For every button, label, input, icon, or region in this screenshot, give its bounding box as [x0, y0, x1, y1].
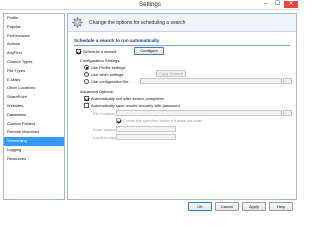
use-configuration-file-row: Use configuration file:	[84, 79, 129, 84]
configure-button[interactable]: Configure	[134, 47, 164, 55]
create-folder-checkbox[interactable]	[116, 118, 121, 123]
sidebar-item-actions[interactable]: Actions	[4, 40, 64, 49]
enter-password-field[interactable]	[116, 126, 176, 132]
sidebar-item-popular[interactable]: Popular	[4, 23, 64, 32]
schedule-search-row: Schedule a search:	[76, 49, 117, 54]
sidebar-item-sharepoint[interactable]: SharePoint	[4, 93, 64, 102]
configuration-settings-label: Configuration Settings:	[80, 58, 121, 63]
close-button[interactable]: ✕	[284, 1, 298, 8]
apply-button[interactable]: Apply	[242, 202, 266, 211]
section-divider	[74, 45, 290, 46]
auto-save-row: Automatically save results securely with…	[84, 103, 180, 108]
schedule-search-label: Schedule a search:	[83, 49, 118, 54]
auto-exit-checkbox[interactable]	[84, 96, 89, 101]
section-title: Schedule a search to run automatically	[74, 38, 160, 43]
auto-exit-row: Automatically exit after search complete…	[84, 96, 164, 101]
configuration-file-field[interactable]	[140, 78, 282, 84]
create-folder-label: Create the specified folder if it does n…	[123, 118, 202, 123]
schedule-search-checkbox[interactable]	[76, 49, 81, 54]
use-configuration-file-label: Use configuration file:	[91, 79, 130, 84]
panel-header: Change the options for scheduling a sear…	[68, 14, 296, 32]
file-location-label: File location:	[93, 111, 116, 116]
copy-current-button[interactable]: Copy Current	[156, 70, 186, 77]
gear-icon	[72, 17, 83, 28]
create-folder-row: Create the specified folder if it does n…	[116, 118, 202, 123]
panel-header-text: Change the options for scheduling a sear…	[89, 20, 186, 26]
use-profile-settings-label: Use Profile settings	[91, 65, 126, 70]
sidebar-item-performance[interactable]: Performance	[4, 32, 64, 41]
help-button[interactable]: Help	[269, 202, 293, 211]
title-bar: Settings – ☐ ✕	[0, 0, 300, 10]
sidebar-item-custom-folders[interactable]: Custom Folders	[4, 120, 64, 129]
use-profile-settings-row: Use Profile settings	[84, 65, 125, 70]
settings-panel: Change the options for scheduling a sear…	[67, 13, 297, 200]
sidebar-item-websites[interactable]: Websites	[4, 102, 64, 111]
sidebar-item-other-locations[interactable]: Other Locations	[4, 84, 64, 93]
confirm-password-field[interactable]	[116, 134, 176, 140]
settings-category-list[interactable]: Profile Popular Performance Actions AnyF…	[3, 13, 65, 200]
use-configuration-file-radio[interactable]	[84, 79, 89, 84]
sidebar-item-scheduling[interactable]: Scheduling	[4, 137, 64, 146]
sidebar-item-anyfind[interactable]: AnyFind	[4, 49, 64, 58]
sidebar-item-emails[interactable]: E-Mails	[4, 76, 64, 85]
use-other-settings-radio[interactable]	[84, 72, 89, 77]
use-other-settings-label: Use other settings:	[91, 72, 125, 77]
sidebar-item-databases[interactable]: Databases	[4, 111, 64, 120]
window-title: Settings	[139, 2, 161, 8]
sidebar-item-remote-machines[interactable]: Remote Machines	[4, 128, 64, 137]
sidebar-item-profile[interactable]: Profile	[4, 14, 64, 23]
use-profile-settings-radio[interactable]	[84, 65, 89, 70]
file-location-browse-button[interactable]: ...	[283, 110, 292, 116]
configuration-file-browse-button[interactable]: ...	[283, 78, 292, 84]
dialog-footer: OK Cancel Apply Help	[0, 201, 300, 212]
sidebar-item-resources[interactable]: Resources	[4, 155, 64, 164]
file-location-field[interactable]	[116, 110, 282, 116]
auto-exit-label: Automatically exit after search complete…	[91, 96, 164, 101]
maximize-button[interactable]: ☐	[272, 1, 283, 8]
auto-save-label: Automatically save results securely with…	[91, 103, 180, 108]
sidebar-item-custom-types[interactable]: Custom Types	[4, 58, 64, 67]
sidebar-item-logging[interactable]: Logging	[4, 146, 64, 155]
sidebar-item-file-types[interactable]: File Types	[4, 67, 64, 76]
use-other-settings-row: Use other settings:	[84, 72, 124, 77]
minimize-button[interactable]: –	[260, 1, 271, 8]
advanced-options-label: Advanced Options:	[80, 89, 114, 94]
auto-save-checkbox[interactable]	[84, 103, 89, 108]
ok-button[interactable]: OK	[188, 202, 212, 211]
cancel-button[interactable]: Cancel	[215, 202, 239, 211]
